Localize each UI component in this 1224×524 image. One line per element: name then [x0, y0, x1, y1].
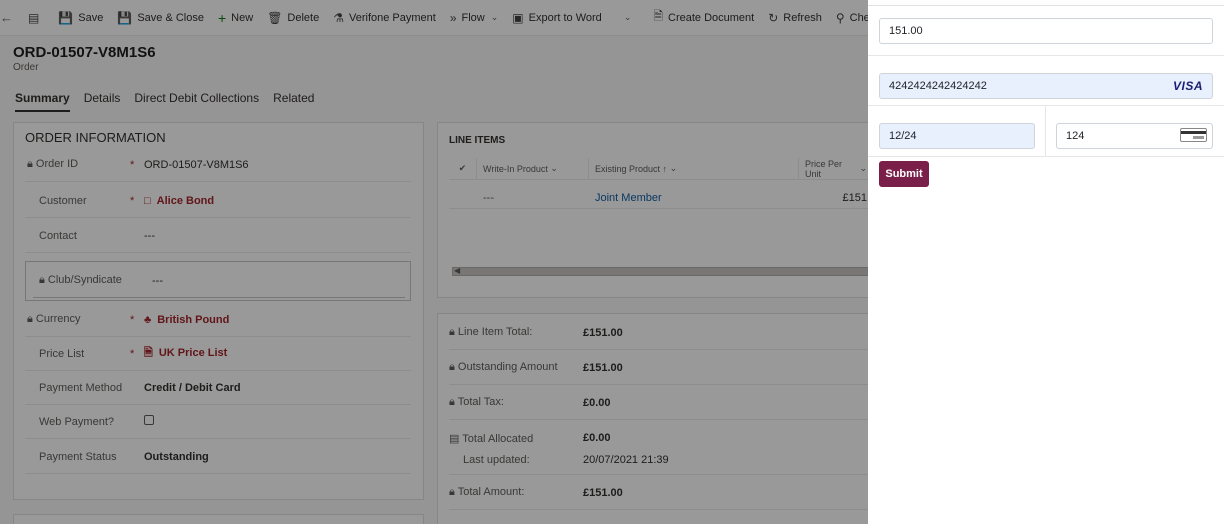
- modal-backdrop[interactable]: [0, 0, 868, 524]
- cvv-input[interactable]: 124: [1056, 123, 1213, 149]
- divider: [868, 55, 1224, 56]
- divider: [868, 105, 1224, 106]
- dynamics-order-form: ← ▤ 💾 Save 💾 Save & Close + New 🗑 Delete ⚗ Ve…: [0, 0, 868, 524]
- card-number-input[interactable]: 4242424242424242 VISA: [879, 73, 1213, 99]
- cvv-value: 124: [1066, 130, 1085, 142]
- submit-button[interactable]: Submit: [879, 161, 929, 187]
- panel-top-strip: [868, 0, 1224, 6]
- card-stripe: [1181, 131, 1206, 134]
- card-cvv-marker: [1193, 136, 1204, 139]
- divider: [868, 156, 1224, 157]
- card-back-icon: [1180, 128, 1207, 142]
- payment-panel: 151.00 4242424242424242 VISA 12/24 124 S…: [868, 0, 1224, 524]
- card-number-value: 4242424242424242: [889, 80, 987, 92]
- field-separator: [1045, 106, 1046, 156]
- amount-input[interactable]: 151.00: [879, 18, 1213, 44]
- visa-logo-icon: VISA: [1172, 79, 1203, 93]
- expiry-input[interactable]: 12/24: [879, 123, 1035, 149]
